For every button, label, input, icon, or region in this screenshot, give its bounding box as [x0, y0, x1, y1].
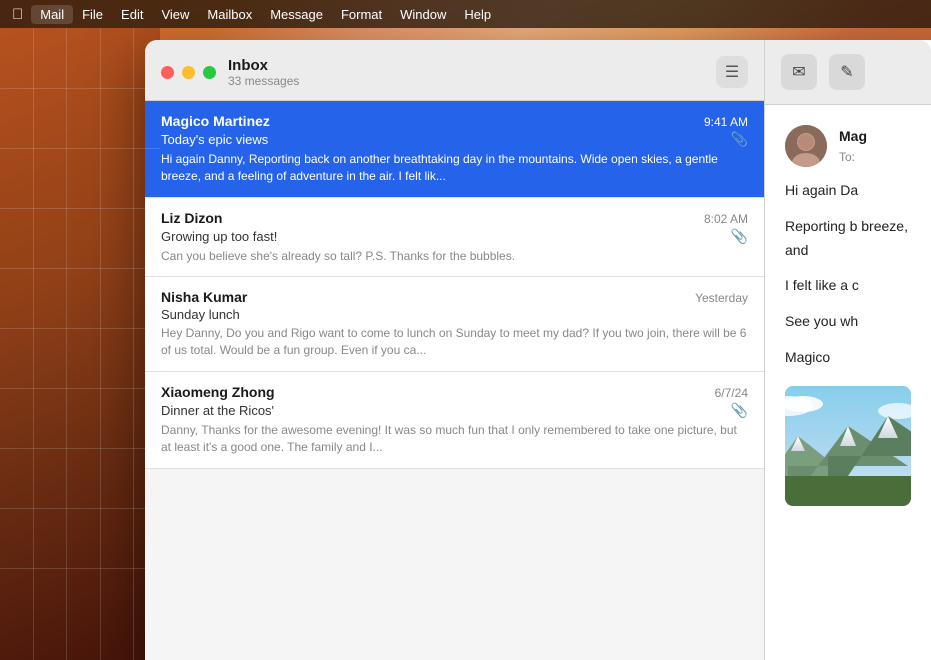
menubar-view[interactable]: View: [152, 5, 198, 24]
inbox-header: Inbox 33 messages ☰: [145, 40, 764, 101]
email-subject-4: Dinner at the Ricos' 📎: [161, 402, 748, 419]
email-sender-1: Magico Martinez: [161, 113, 270, 129]
inbox-title-area: Inbox 33 messages: [228, 57, 299, 88]
close-button[interactable]: [161, 66, 174, 79]
inbox-list[interactable]: Magico Martinez 9:41 AM Today's epic vie…: [145, 101, 764, 660]
email-sender-4: Xiaomeng Zhong: [161, 384, 275, 400]
inbox-count: 33 messages: [228, 74, 299, 88]
menubar-mailbox[interactable]: Mailbox: [198, 5, 261, 24]
attachment-icon-1: 📎: [731, 131, 748, 148]
email-row-2[interactable]: Liz Dizon 8:02 AM Growing up too fast! 📎…: [145, 198, 764, 278]
menubar-edit[interactable]: Edit: [112, 5, 152, 24]
desktop-left-bg: [0, 28, 160, 660]
email-row-3[interactable]: Nisha Kumar Yesterday Sunday lunch Hey D…: [145, 277, 764, 372]
reply-button[interactable]: ✉: [781, 54, 817, 90]
minimize-button[interactable]: [182, 66, 195, 79]
filter-button[interactable]: ☰: [716, 56, 748, 88]
avatar: [785, 125, 827, 167]
detail-header: ✉ ✎: [765, 40, 931, 105]
mail-window: Inbox 33 messages ☰ Magico Martinez 9:41…: [145, 40, 931, 660]
email-preview-2: Can you believe she's already so tall? P…: [161, 248, 748, 265]
email-subject-3: Sunday lunch: [161, 307, 748, 322]
email-time-3: Yesterday: [695, 291, 748, 305]
detail-paragraph-2: Reporting b breeze, and: [785, 215, 911, 263]
detail-image-thumbnail: [785, 386, 911, 506]
envelope-icon: ✉: [792, 62, 805, 82]
email-preview-3: Hey Danny, Do you and Rigo want to come …: [161, 325, 748, 359]
email-sender-3: Nisha Kumar: [161, 289, 247, 305]
filter-icon: ☰: [725, 62, 739, 82]
email-preview-4: Danny, Thanks for the awesome evening! I…: [161, 422, 748, 456]
detail-paragraph-4: See you wh: [785, 310, 911, 334]
detail-to: To:: [839, 148, 911, 167]
compose-icon: ✎: [840, 62, 853, 82]
window-controls: [161, 66, 216, 79]
email-row-1[interactable]: Magico Martinez 9:41 AM Today's epic vie…: [145, 101, 764, 198]
menubar-format[interactable]: Format: [332, 5, 391, 24]
email-preview-1: Hi again Danny, Reporting back on anothe…: [161, 151, 748, 185]
menubar-help[interactable]: Help: [455, 5, 500, 24]
email-sender-2: Liz Dizon: [161, 210, 222, 226]
detail-sender-name: Mag: [839, 125, 911, 147]
email-subject-2: Growing up too fast! 📎: [161, 228, 748, 245]
detail-paragraph-3: I felt like a c: [785, 274, 911, 298]
attachment-icon-2: 📎: [731, 228, 748, 245]
detail-panel: ✉ ✎ Mag: [765, 40, 931, 660]
detail-paragraph-1: Hi again Da: [785, 179, 911, 203]
apple-menu-icon[interactable]: : [12, 6, 23, 23]
menubar:  Mail File Edit View Mailbox Message Fo…: [0, 0, 931, 28]
menubar-file[interactable]: File: [73, 5, 112, 24]
menubar-message[interactable]: Message: [261, 5, 332, 24]
compose-button[interactable]: ✎: [829, 54, 865, 90]
detail-sender-row: Mag To:: [785, 125, 911, 167]
email-time-2: 8:02 AM: [704, 212, 748, 226]
email-row-4[interactable]: Xiaomeng Zhong 6/7/24 Dinner at the Rico…: [145, 372, 764, 469]
detail-body: Mag To: Hi again Da Reporting b breeze, …: [765, 105, 931, 660]
attachment-icon-4: 📎: [731, 402, 748, 419]
inbox-panel: Inbox 33 messages ☰ Magico Martinez 9:41…: [145, 40, 765, 660]
detail-paragraph-5: Magico: [785, 346, 911, 370]
menubar-mail[interactable]: Mail: [31, 5, 73, 24]
detail-meta: Mag To:: [839, 125, 911, 167]
maximize-button[interactable]: [203, 66, 216, 79]
inbox-title: Inbox: [228, 57, 299, 74]
email-time-4: 6/7/24: [715, 386, 748, 400]
detail-content: Hi again Da Reporting b breeze, and I fe…: [785, 179, 911, 370]
menubar-window[interactable]: Window: [391, 5, 455, 24]
email-time-1: 9:41 AM: [704, 115, 748, 129]
email-subject-1: Today's epic views 📎: [161, 131, 748, 148]
